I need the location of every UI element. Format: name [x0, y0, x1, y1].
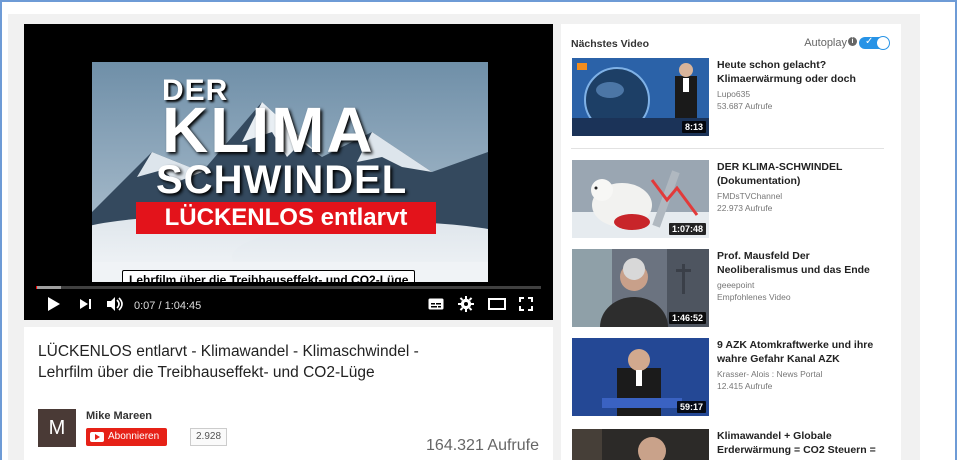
- list-item[interactable]: 1:07:48 DER KLIMA-SCHWINDEL (Dokumentati…: [572, 160, 892, 238]
- video-thumbnail: 8:13: [572, 58, 709, 136]
- video-thumbnail: 1:46:52: [572, 249, 709, 327]
- item-meta: Empfohlenes Video: [717, 292, 791, 302]
- subtitles-icon: [428, 297, 444, 315]
- video-thumbnail: [572, 429, 709, 460]
- channel-avatar[interactable]: M: [38, 409, 76, 447]
- youtube-logo-icon: [90, 432, 104, 442]
- fullscreen-button[interactable]: [516, 296, 536, 316]
- toggle-knob: [876, 36, 890, 50]
- duration-badge: 8:13: [681, 121, 706, 133]
- duration-badge: 1:07:48: [668, 223, 706, 235]
- list-item[interactable]: Klimawandel + Globale Erderwärmung = CO2…: [572, 429, 892, 460]
- video-player[interactable]: DER KLIMA SCHWINDEL LÜCKENLOS entlarvt L…: [24, 24, 553, 320]
- next-button[interactable]: [76, 297, 96, 315]
- duration-badge: 59:17: [676, 401, 706, 413]
- subscriber-count: 2.928: [190, 428, 228, 446]
- video-info-card: LÜCKENLOS entlarvt - Klimawandel - Klima…: [24, 327, 553, 460]
- video-thumbnail: 59:17: [572, 338, 709, 416]
- item-meta: 12.415 Aufrufe: [717, 381, 773, 391]
- subscribe-label: Abonnieren: [108, 431, 160, 442]
- player-controls: 0:07 / 1:04:45: [24, 292, 553, 320]
- item-title: DER KLIMA-SCHWINDEL (Dokumentation): [717, 161, 843, 187]
- fullscreen-icon: [519, 296, 533, 316]
- subscribe-button[interactable]: Abonnieren: [86, 428, 168, 446]
- duration-badge: 1:46:52: [668, 312, 706, 324]
- next-icon: [79, 297, 93, 316]
- item-channel: geeepoint: [717, 280, 755, 290]
- play-button[interactable]: [44, 296, 64, 317]
- list-item[interactable]: 59:17 9 AZK Atomkraftwerke und ihre wahr…: [572, 338, 892, 416]
- check-icon: ✓: [865, 36, 874, 47]
- thumb-red-banner: LÜCKENLOS entlarvt: [136, 202, 436, 234]
- played-bar: [36, 286, 37, 289]
- channel-name[interactable]: Mike Mareen: [86, 410, 152, 422]
- right-margin: [920, 14, 955, 460]
- autoplay-toggle[interactable]: ✓: [859, 36, 890, 50]
- item-channel: FMDsTVChannel: [717, 191, 783, 201]
- play-icon: [47, 296, 61, 317]
- volume-button[interactable]: [104, 296, 126, 317]
- item-channel: Krasser- Alois : News Portal: [717, 369, 823, 379]
- item-channel: Lupo635: [717, 89, 751, 99]
- thumb-subtitle-box: Lehrfilm über die Treibhauseffekt- und C…: [122, 270, 416, 282]
- time-display: 0:07 / 1:04:45: [134, 300, 202, 312]
- item-title: 9 AZK Atomkraftwerke und ihre wahre Gefa…: [717, 339, 874, 365]
- info-icon[interactable]: i: [848, 37, 857, 46]
- item-title: Klimawandel + Globale Erderwärmung = CO2…: [717, 430, 876, 456]
- video-title: LÜCKENLOS entlarvt - Klimawandel - Klima…: [38, 343, 419, 381]
- item-meta: 53.687 Aufrufe: [717, 101, 773, 111]
- up-next-heading: Nächstes Video: [571, 38, 650, 50]
- progress-bar[interactable]: [36, 286, 541, 289]
- theater-mode-button[interactable]: [486, 297, 508, 315]
- view-count: 164.321 Aufrufe: [426, 437, 539, 454]
- up-next-sidebar: Nächstes Video Autoplay i ✓ 8:13 Heute s…: [561, 24, 901, 460]
- subtitles-button[interactable]: [426, 297, 446, 315]
- autoplay-label: Autoplay: [804, 37, 847, 49]
- settings-icon: [458, 295, 474, 317]
- item-title: Prof. Mausfeld Der Neoliberalismus und d…: [717, 250, 870, 276]
- item-meta: 22.973 Aufrufe: [717, 203, 773, 213]
- list-item[interactable]: 8:13 Heute schon gelacht? Klimaerwärmung…: [572, 58, 892, 136]
- item-title: Heute schon gelacht? Klimaerwärmung oder…: [717, 59, 856, 85]
- thumb-text-schwindel: SCHWINDEL: [156, 158, 408, 202]
- divider: [571, 148, 884, 149]
- video-frame: DER KLIMA SCHWINDEL LÜCKENLOS entlarvt L…: [92, 62, 488, 282]
- list-item[interactable]: 1:46:52 Prof. Mausfeld Der Neoliberalism…: [572, 249, 892, 327]
- video-thumbnail: 1:07:48: [572, 160, 709, 238]
- theater-mode-icon: [488, 297, 506, 315]
- settings-button[interactable]: [456, 295, 476, 317]
- buffered-bar: [36, 286, 62, 289]
- thumb-text-klima: KLIMA: [162, 94, 375, 166]
- volume-icon: [106, 296, 124, 317]
